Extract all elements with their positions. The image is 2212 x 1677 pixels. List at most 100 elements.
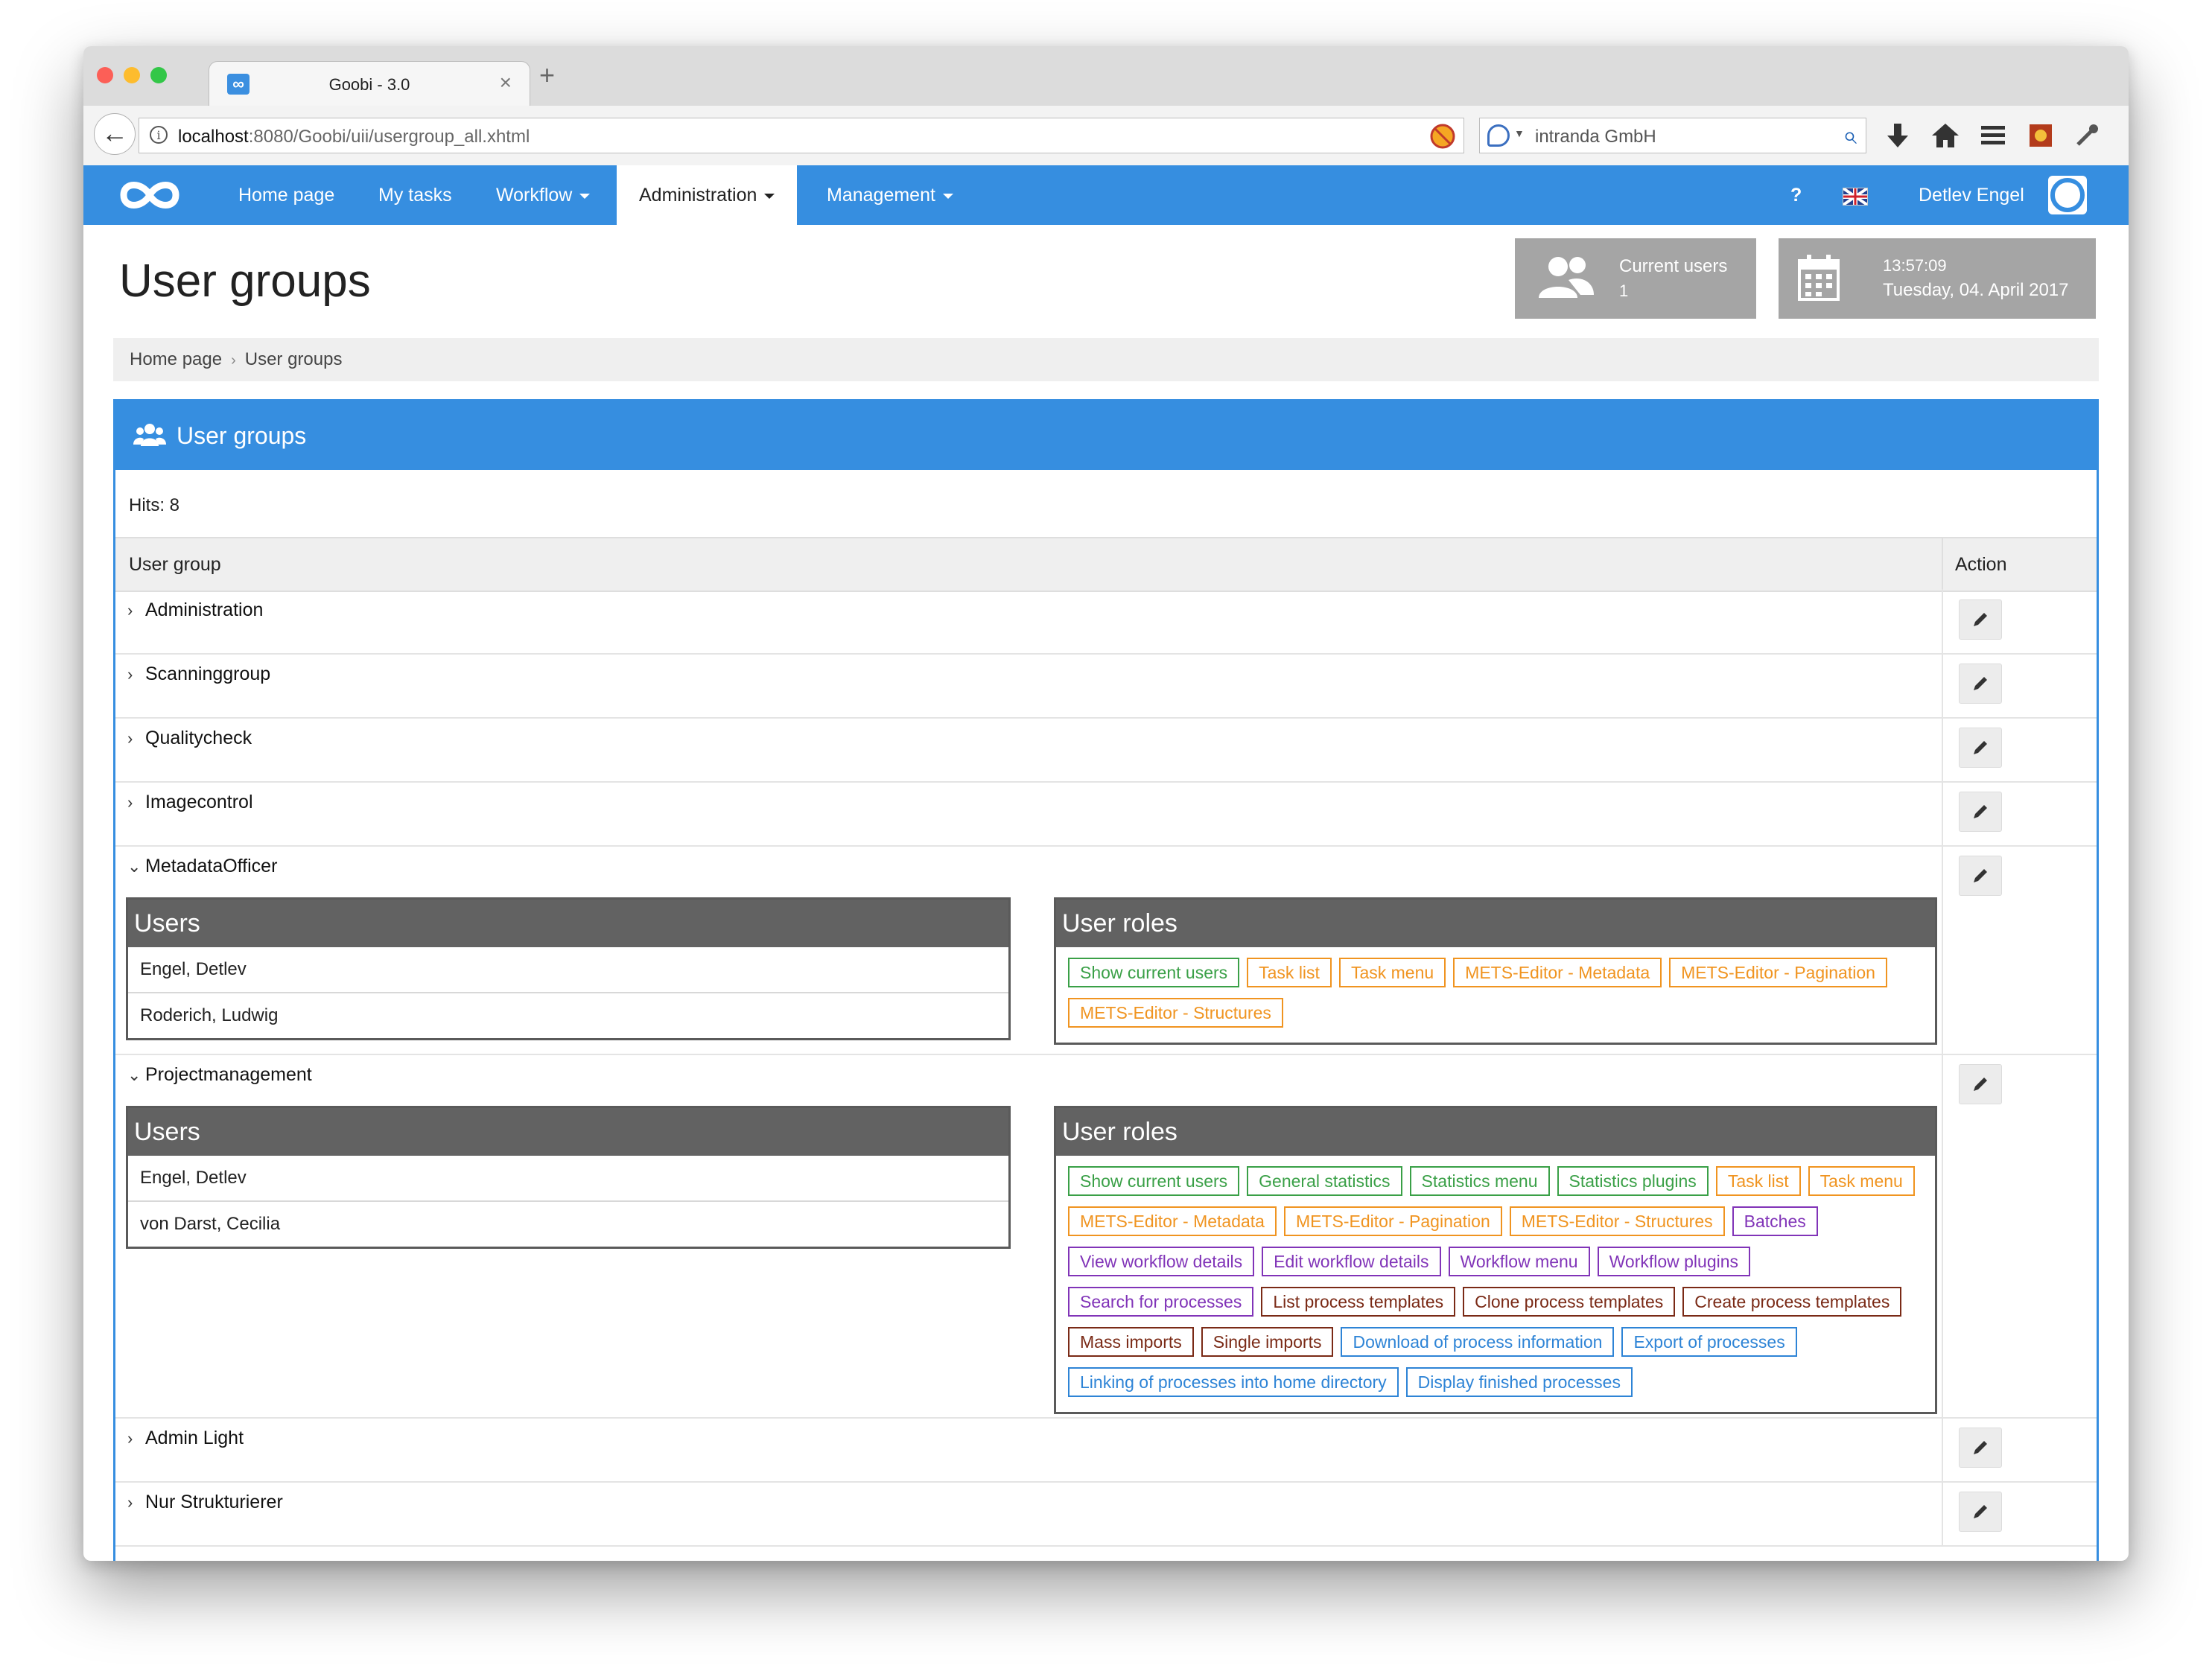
close-icon[interactable]: ×: [500, 71, 512, 95]
nav-administration[interactable]: Administration: [617, 165, 798, 225]
list-item: Roderich, Ludwig: [140, 1005, 279, 1025]
users-box: Users Engel, Detlev von Darst, Cecilia: [126, 1106, 1011, 1249]
addon-icon[interactable]: [2027, 122, 2054, 149]
column-divider: [1942, 717, 1943, 781]
breadcrumb: Home page › User groups: [113, 338, 2099, 381]
group-toggle[interactable]: › Administration: [127, 599, 263, 621]
current-time: 13:57:09: [1883, 256, 1947, 275]
user-roles-box: User roles Show current users General sta…: [1054, 1106, 1937, 1414]
users-box-title: Users: [128, 1108, 1008, 1156]
column-divider: [1942, 1054, 1943, 1417]
hits-count: Hits: 8: [129, 495, 180, 515]
home-icon[interactable]: [1930, 121, 1960, 150]
column-header-user-group[interactable]: User group: [129, 538, 221, 591]
role-tag: Clone process templates: [1463, 1287, 1676, 1317]
edit-button[interactable]: [1959, 664, 2002, 704]
list-item: Engel, Detlev: [128, 947, 1008, 993]
chevron-right-icon: ›: [127, 601, 133, 620]
close-window-button[interactable]: [97, 67, 113, 83]
breadcrumb-current: User groups: [244, 349, 343, 369]
user-name[interactable]: Detlev Engel: [1919, 165, 2024, 225]
pencil-icon: [1974, 805, 1987, 818]
pencil-icon: [1974, 1441, 1987, 1454]
pencil-icon: [1974, 1078, 1987, 1091]
column-divider: [1942, 781, 1943, 845]
role-tag: Task menu: [1338, 958, 1446, 987]
search-engine-icon[interactable]: [1487, 124, 1510, 147]
search-input[interactable]: ▼ intranda GmbH ⌕: [1479, 118, 1866, 153]
edit-button[interactable]: [1959, 792, 2002, 832]
list-item: Engel, Detlev: [128, 1156, 1008, 1202]
role-tag: Workflow plugins: [1597, 1247, 1751, 1276]
flag-uk-icon[interactable]: [1843, 188, 1868, 206]
new-tab-button[interactable]: +: [539, 60, 555, 91]
chevron-right-icon: ›: [127, 1493, 133, 1512]
group-toggle[interactable]: › Scanninggroup: [127, 664, 270, 685]
list-item: von Darst, Cecilia: [140, 1214, 281, 1234]
user-roles-box-title: User roles: [1056, 900, 1935, 947]
chevron-down-icon: ⌄: [127, 1066, 142, 1084]
group-toggle[interactable]: › Qualitycheck: [127, 728, 252, 749]
group-toggle[interactable]: › Admin Light: [127, 1428, 244, 1449]
top-navbar: Home page My tasks Workflow Administrati…: [83, 165, 2129, 225]
group-toggle[interactable]: › Nur Strukturierer: [127, 1492, 283, 1513]
eyedropper-icon[interactable]: [2073, 122, 2100, 149]
nav-my-tasks[interactable]: My tasks: [378, 165, 452, 225]
role-tag: Workflow menu: [1448, 1247, 1590, 1276]
current-users-count: 1: [1619, 281, 1629, 300]
group-toggle[interactable]: › Imagecontrol: [127, 792, 253, 813]
role-tag: Single imports: [1201, 1327, 1334, 1357]
chevron-right-icon: ›: [231, 352, 236, 369]
calendar-icon: [1798, 255, 1840, 301]
avatar[interactable]: [2048, 176, 2087, 214]
role-tag: Search for processes: [1068, 1287, 1254, 1317]
goobi-logo-icon[interactable]: [116, 173, 183, 217]
column-divider: [1942, 589, 1943, 653]
edit-button[interactable]: [1959, 728, 2002, 768]
chevron-down-icon: [942, 193, 953, 199]
role-tag: METS-Editor - Metadata: [1068, 1206, 1277, 1236]
roles-list: Show current users General statistics Stat…: [1056, 1156, 1935, 1412]
edit-button[interactable]: [1959, 1492, 2002, 1532]
pencil-icon: [1974, 613, 1987, 626]
help-icon[interactable]: ?: [1790, 165, 1802, 225]
back-icon[interactable]: ←: [94, 113, 136, 155]
nav-management[interactable]: Management: [827, 165, 953, 225]
current-users-box[interactable]: Current users 1: [1515, 238, 1756, 319]
users-icon: [133, 424, 166, 446]
role-tag: METS-Editor - Metadata: [1453, 958, 1662, 987]
role-tag: View workflow details: [1068, 1247, 1255, 1276]
minimize-window-button[interactable]: [124, 67, 140, 83]
maximize-window-button[interactable]: [150, 67, 167, 83]
role-tag: METS-Editor - Structures: [1509, 1206, 1725, 1236]
edit-button[interactable]: [1959, 1428, 2002, 1468]
nav-workflow[interactable]: Workflow: [496, 165, 591, 225]
info-icon[interactable]: i: [150, 126, 168, 144]
role-tag: Task list: [1247, 958, 1332, 987]
nav-home[interactable]: Home page: [238, 165, 334, 225]
pencil-icon: [1974, 869, 1987, 882]
role-tag: Linking of processes into home directory: [1068, 1367, 1399, 1397]
page-title: User groups: [119, 255, 371, 307]
menu-icon[interactable]: [1980, 124, 2006, 147]
role-tag: Batches: [1732, 1206, 1818, 1236]
edit-button[interactable]: [1959, 599, 2002, 640]
breadcrumb-home[interactable]: Home page: [130, 349, 222, 369]
user-groups-panel: User groups Hits: 8 User group Action › A…: [113, 399, 2099, 1561]
url-text[interactable]: localhost:8080/Goobi/uii/usergroup_all.x…: [178, 127, 530, 147]
edit-button[interactable]: [1959, 1064, 2002, 1104]
role-tag: METS-Editor - Structures: [1068, 998, 1283, 1028]
role-tag: Download of process information: [1341, 1327, 1615, 1357]
group-toggle[interactable]: ⌄ Projectmanagement: [127, 1064, 312, 1086]
search-icon[interactable]: ⌕: [1843, 121, 1857, 150]
blocked-icon[interactable]: [1428, 122, 1457, 150]
download-icon[interactable]: [1884, 121, 1911, 150]
role-tag: Statistics menu: [1409, 1166, 1550, 1196]
browser-tab[interactable]: ∞ Goobi - 3.0 ×: [209, 61, 530, 106]
url-bar[interactable]: i localhost:8080/Goobi/uii/usergroup_all…: [139, 118, 1464, 153]
column-divider: [1942, 653, 1943, 717]
table-row-expanded: ⌄ MetadataOfficer Users Engel, Detlev Rod…: [115, 845, 2097, 1055]
group-toggle[interactable]: ⌄ MetadataOfficer: [127, 856, 277, 877]
chevron-down-icon: ⌄: [127, 857, 142, 876]
edit-button[interactable]: [1959, 856, 2002, 896]
